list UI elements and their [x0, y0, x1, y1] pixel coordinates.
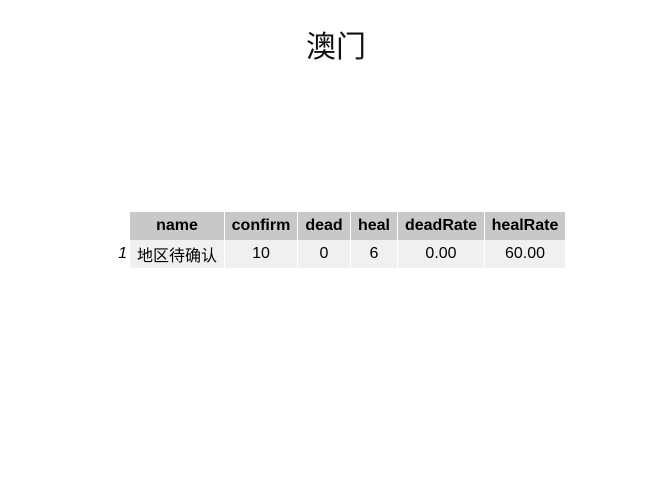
- column-header-heal: heal: [351, 212, 397, 240]
- table-header-row: name confirm dead heal deadRate healRate: [115, 212, 565, 240]
- table-row: 1 地区待确认 10 0 6 0.00 60.00: [115, 240, 565, 268]
- cell-deadrate: 0.00: [398, 240, 484, 268]
- cell-dead: 0: [298, 240, 350, 268]
- cell-healrate: 60.00: [485, 240, 565, 268]
- column-header-name: name: [130, 212, 224, 240]
- row-index: 1: [115, 240, 129, 268]
- cell-name: 地区待确认: [130, 240, 224, 268]
- page-title: 澳门: [306, 30, 366, 65]
- column-header-deadrate: deadRate: [398, 212, 484, 240]
- cell-confirm: 10: [225, 240, 297, 268]
- column-header-healrate: healRate: [485, 212, 565, 240]
- cell-heal: 6: [351, 240, 397, 268]
- column-header-dead: dead: [298, 212, 350, 240]
- column-header-index: [115, 212, 129, 240]
- column-header-confirm: confirm: [225, 212, 297, 240]
- data-table: name confirm dead heal deadRate healRate…: [114, 212, 566, 268]
